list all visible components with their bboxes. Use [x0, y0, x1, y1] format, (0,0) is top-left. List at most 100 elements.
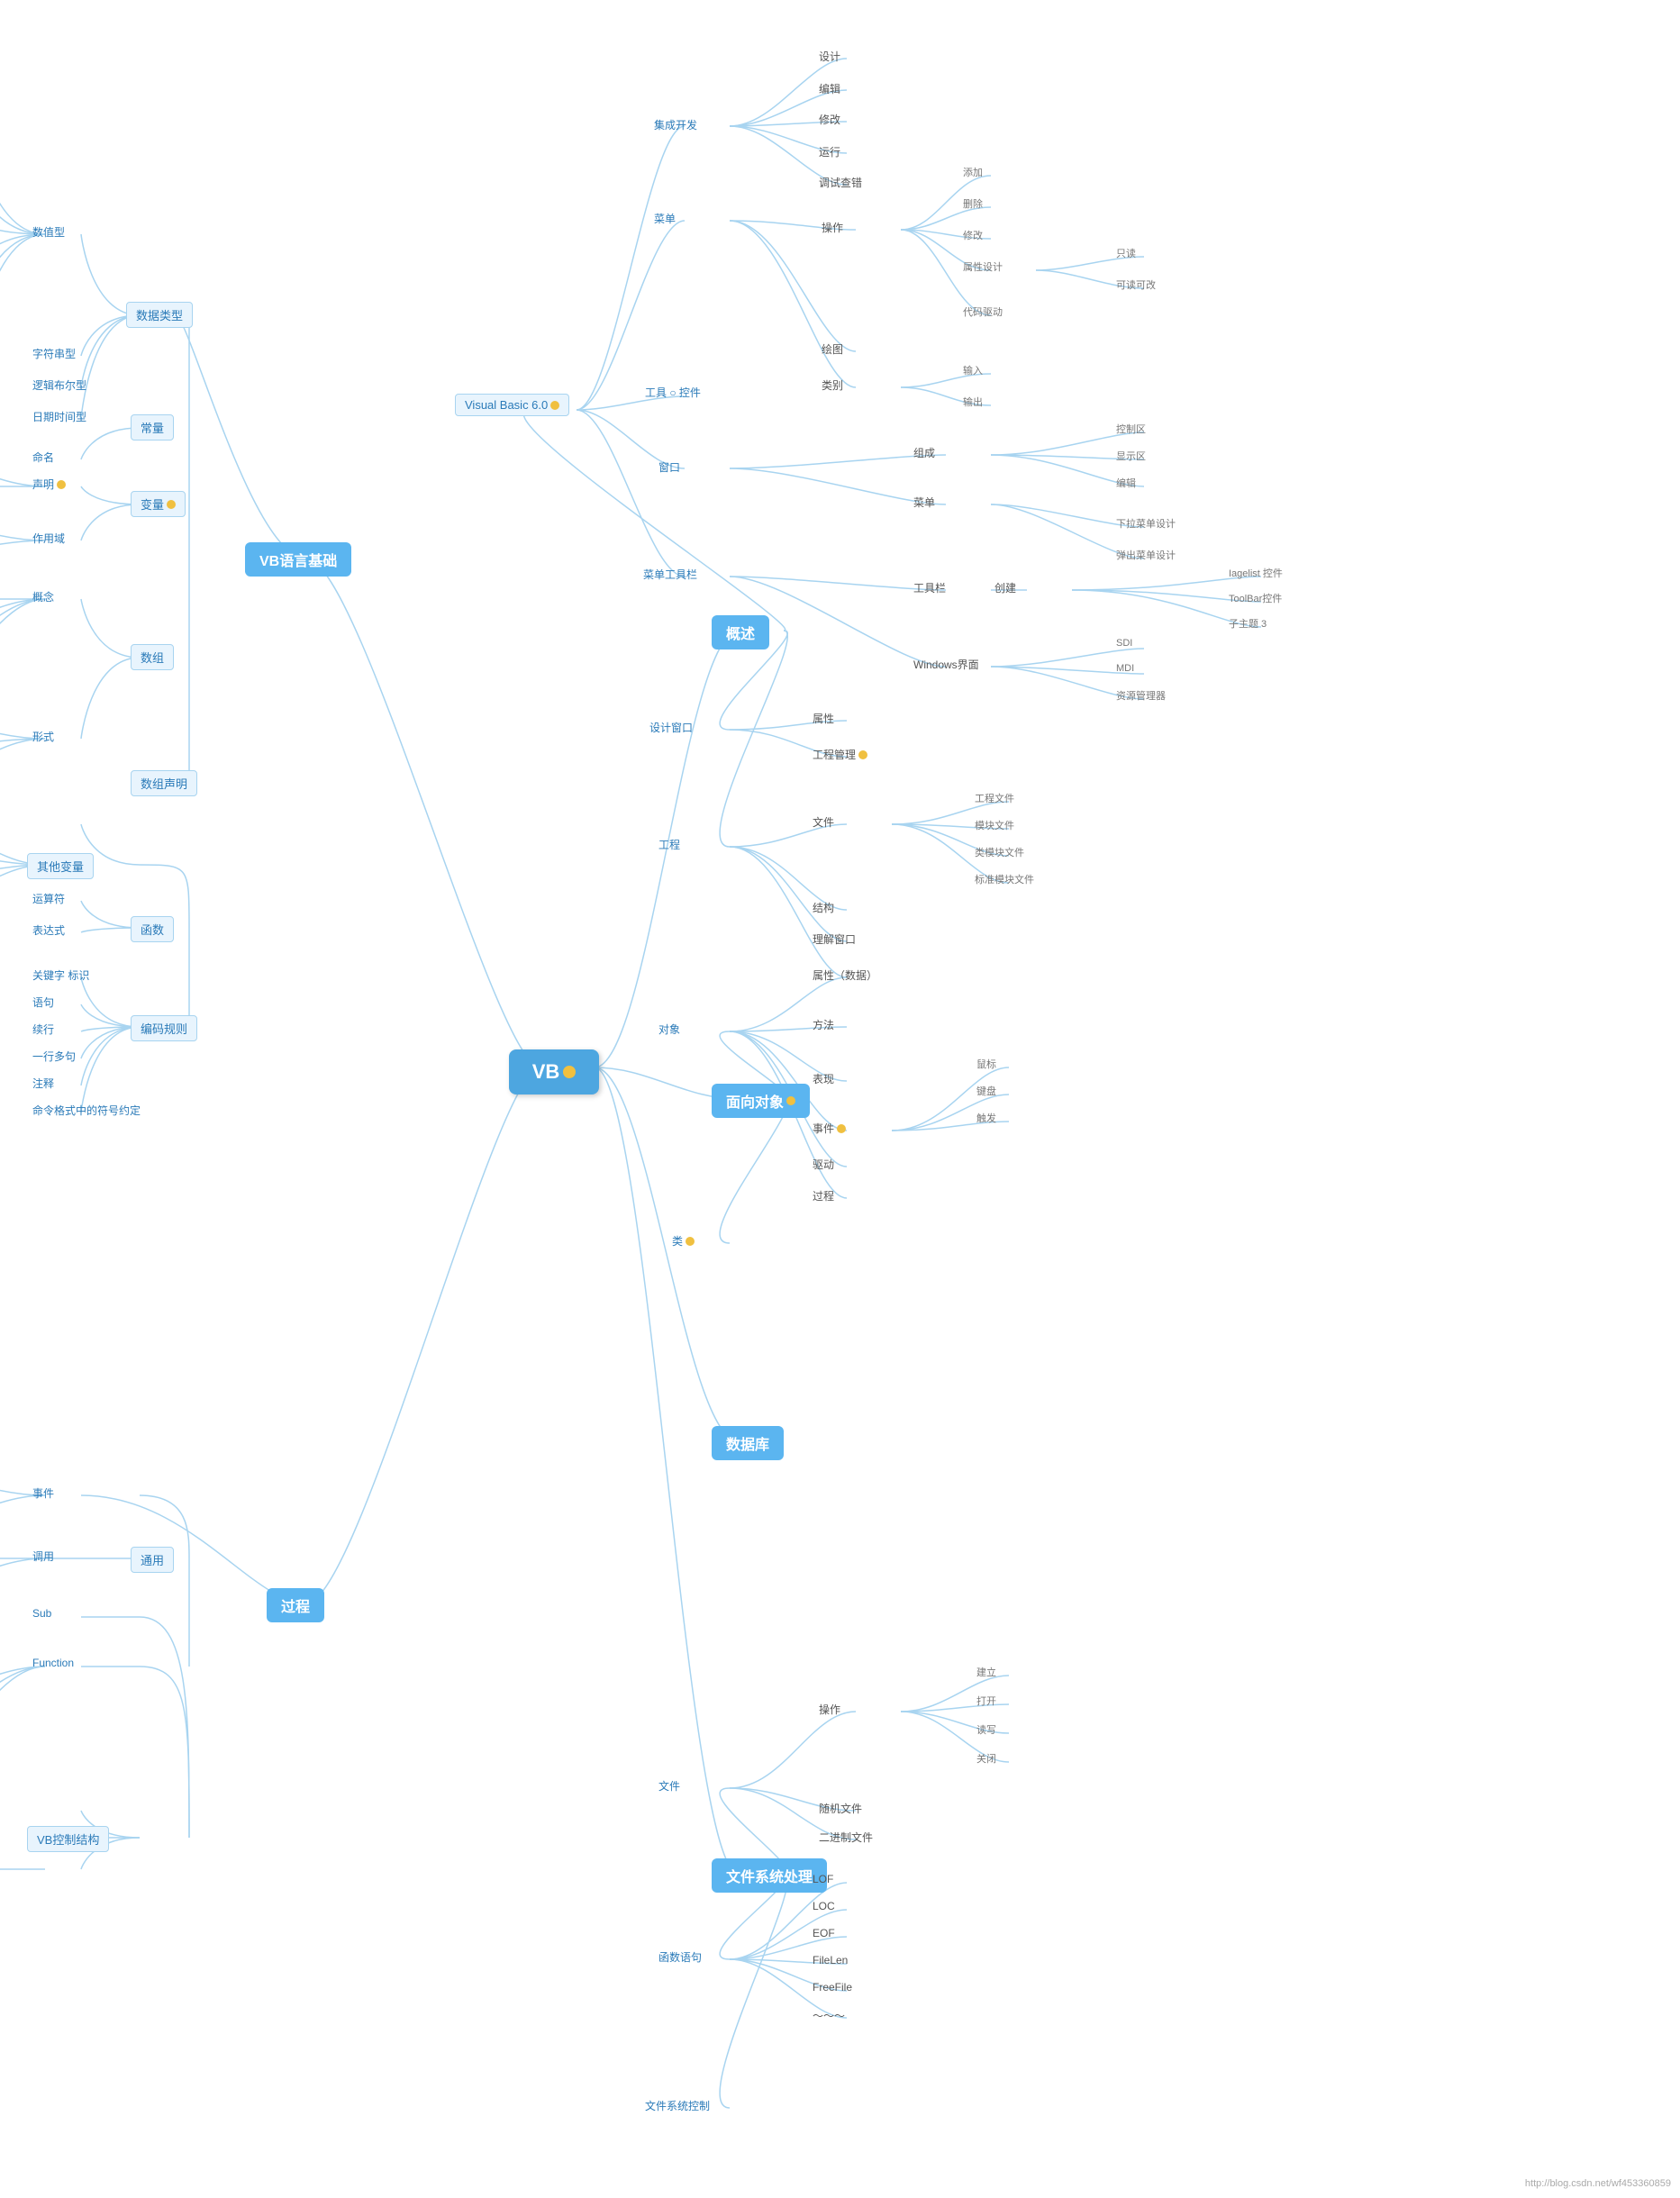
zi-fu-chuan-xing-node: 字符串型	[27, 344, 81, 363]
mian-dui-xiang-icon	[786, 1096, 795, 1105]
ming-ming-yue-ding-node: 命令格式中的符号约定	[27, 1101, 146, 1120]
branch-shu-ju-ku: 数据库	[712, 1426, 784, 1460]
function-node: Function	[27, 1655, 79, 1671]
gong-ju-kong-jian-node: 工具 ○ 控件	[640, 383, 706, 402]
lei-icon	[686, 1237, 695, 1246]
fang-fa-node: 方法	[809, 1015, 838, 1034]
sheng-ming-icon	[57, 480, 66, 489]
branch-mian-dui-xiang: 面向对象	[712, 1084, 810, 1118]
xu-hang-node: 续行	[27, 1020, 59, 1039]
hui-tu-node: 绘图	[818, 340, 847, 359]
branch-gaishu-label: 概述	[726, 622, 755, 643]
jian-li-node: 建立	[973, 1664, 1000, 1680]
gong-cheng-node: 工程	[653, 835, 686, 854]
wen-jian-gong-cheng-node: 文件	[809, 813, 838, 831]
sub-node: Sub	[27, 1605, 57, 1621]
ji-cheng-kai-fa-node: 集成开发	[649, 115, 703, 134]
yun-xing-node: 运行	[815, 142, 844, 161]
biao-da-shi-node: 表达式	[27, 921, 70, 940]
chang-liang-node: 常量	[131, 414, 174, 441]
bian-ji-node: 编辑	[815, 79, 844, 98]
shu-chu-node: 输出	[959, 394, 986, 410]
filelen-node: FileLen	[809, 1952, 851, 1968]
dan-chu-cai-dan-node: 弹出菜单设计	[1112, 547, 1179, 563]
freefile-node: FreeFile	[809, 1979, 856, 1995]
chuang-jian-node: 创建	[991, 578, 1020, 597]
cai-dan-menu-node: 菜单	[910, 493, 939, 512]
shu-xing-shu-ju-node: 属性（数据）	[809, 966, 881, 985]
gong-ju-lan-node: 工具栏	[910, 578, 949, 597]
vb-kong-zhi-jie-gou-node: VB控制结构	[27, 1826, 109, 1852]
loc-node: LOC	[809, 1898, 839, 1914]
han-shu-yu-ju-node: 函数语句	[653, 1948, 707, 1966]
shu-zu-node: 数组	[131, 644, 174, 670]
dai-ma-qu-dong-node: 代码驱动	[959, 304, 1006, 320]
cao-zuo-wen-jian-node: 操作	[815, 1700, 844, 1719]
cao-zuo-node: 操作	[818, 218, 847, 237]
biao-xian-node: 表现	[809, 1069, 838, 1088]
cai-dan-node: 菜单	[649, 209, 681, 228]
mdi-node: MDI	[1112, 662, 1138, 675]
gong-cheng-guan-li-node: 工程管理	[809, 745, 871, 764]
branch-vb-jichu-label: VB语言基础	[259, 549, 337, 570]
jie-gou-node: 结构	[809, 898, 838, 917]
tiao-yong-node: 调用	[27, 1547, 59, 1566]
chuang-kou-node: 窗口	[653, 458, 686, 477]
sheng-ming-node: 声明	[27, 475, 71, 494]
branch-guo-cheng-label: 过程	[281, 1594, 310, 1616]
mindmap-container: VB 概述 VB语言基础 面向对象 数据库 文件系统处理 过程 Visual B…	[0, 0, 1680, 2198]
shu-xing-she-ji-node: 属性设计	[959, 259, 1006, 275]
iagelist-kong-jian-node: Iagelist 控件	[1225, 565, 1286, 581]
yun-suan-fu-node: 运算符	[27, 889, 70, 908]
branch-wen-jian-label: 文件系统处理	[726, 1865, 813, 1886]
zi-yuan-guan-li-qi-node: 资源管理器	[1112, 687, 1169, 704]
tian-jia-node: 添加	[959, 164, 986, 180]
shu-ju-lei-xing-node: 数据类型	[126, 302, 193, 328]
lei-node: 类	[667, 1231, 700, 1250]
visual-basic-label: Visual Basic 6.0	[465, 398, 548, 412]
qu-dong-node: 驱动	[809, 1155, 838, 1174]
shu-zu-sheng-ming-node: 数组声明	[131, 770, 197, 796]
gai-nian-node: 概念	[27, 587, 59, 606]
vb-icon	[550, 401, 559, 410]
guo-cheng-dui-xiang-node: 过程	[809, 1186, 838, 1205]
windows-jie-mian-node: Windows界面	[910, 655, 983, 674]
cao-zuo-xiu-gai-node: 修改	[959, 227, 986, 243]
zhi-du-node: 只读	[1112, 245, 1140, 261]
yu-ju-node: 语句	[27, 993, 59, 1012]
tong-yong-node: 通用	[131, 1547, 174, 1573]
mo-kuai-wen-jian-node: 模块文件	[971, 817, 1018, 833]
tiao-shi-node: 调试查错	[815, 173, 866, 192]
sdi-node: SDI	[1112, 637, 1136, 649]
visual-basic-node: Visual Basic 6.0	[455, 394, 569, 416]
shi-jian2-node: 事件	[27, 1484, 59, 1503]
yi-hang-duo-ju-node: 一行多句	[27, 1047, 81, 1066]
shu-xing-node: 属性	[809, 709, 838, 728]
zu-cheng-node: 组成	[910, 443, 939, 462]
ke-du-ke-gai-node: 可读可改	[1112, 277, 1159, 293]
bian-liang-node: 变量	[131, 491, 186, 517]
bian-ma-gui-ze-node: 编码规则	[131, 1015, 197, 1041]
lei-mo-kuai-wen-jian-node: 类模块文件	[971, 844, 1028, 860]
gong-cheng-wen-jian-node: 工程文件	[971, 790, 1018, 806]
zhu-shi-node: 注释	[27, 1074, 59, 1093]
shu-zhi-xing-node: 数值型	[27, 223, 70, 241]
dui-xiang-node: 对象	[653, 1020, 686, 1039]
cai-dan-bian-ji-node: 编辑	[1112, 475, 1140, 491]
wen-jian-xi-tong-kong-zhi-node: 文件系统控制	[640, 2096, 715, 2115]
guan-bi-node: 关闭	[973, 1750, 1000, 1767]
ming-ming-node: 命名	[27, 448, 59, 467]
branch-gaishu: 概述	[712, 615, 769, 649]
shi-jian-icon	[837, 1124, 846, 1133]
she-ji-node: 设计	[815, 47, 844, 66]
shan-chu-node: 删除	[959, 195, 986, 212]
biao-zhun-mo-kuai-node: 标准模块文件	[971, 871, 1038, 887]
zi-zhu-ti-node: 子主题 3	[1225, 615, 1270, 631]
gong-cheng-guan-li-icon	[858, 750, 867, 759]
xia-la-cai-dan-node: 下拉菜单设计	[1112, 515, 1179, 531]
sui-ji-wen-jian-node: 随机文件	[815, 1799, 866, 1818]
shi-jian-node: 事件	[809, 1119, 849, 1138]
qi-ta-bian-liang-node: 其他变量	[27, 853, 94, 879]
da-kai-node: 打开	[973, 1693, 1000, 1709]
root-label: VB	[532, 1060, 560, 1084]
